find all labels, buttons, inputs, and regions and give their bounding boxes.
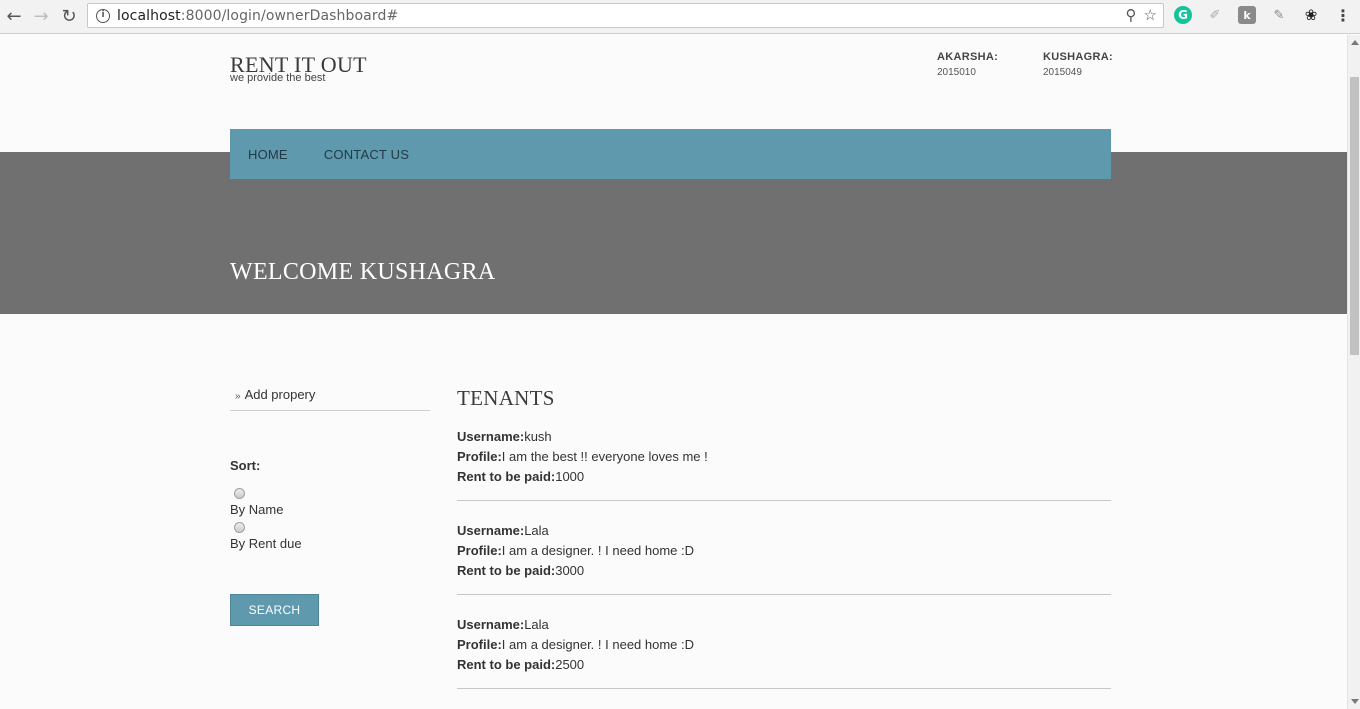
nav-contact-link[interactable]: CONTACT US (324, 147, 409, 162)
tenant-rent: Rent to be paid:2500 (457, 657, 585, 672)
tenants-heading: TENANTS (457, 386, 555, 410)
extension-k-icon[interactable]: k (1238, 6, 1256, 24)
page-scrollbar[interactable] (1347, 35, 1360, 709)
scroll-down-icon[interactable] (1351, 699, 1359, 704)
gnome-icon[interactable]: ❀ (1302, 6, 1320, 24)
tenant-rent: Rent to be paid:3000 (457, 563, 585, 578)
sort-by-name-radio[interactable] (234, 488, 245, 499)
zoom-icon[interactable]: ⚲ (1126, 6, 1137, 24)
contact-id: 2015049 (1043, 67, 1082, 78)
tenant-card: Username:Lala Profile:I am a designer. !… (457, 615, 1111, 689)
site-subtitle: we provide the best (230, 72, 326, 84)
contact-name: AKARSHA: (937, 51, 999, 63)
add-property-label: Add propery (244, 387, 316, 402)
search-button[interactable]: SEARCH (230, 594, 319, 626)
sort-by-rent-radio[interactable] (234, 522, 245, 533)
url-text[interactable]: localhost:8000/login/ownerDashboard# (117, 8, 398, 24)
info-icon[interactable]: i (96, 8, 110, 23)
nav-home-link[interactable]: HOME (248, 147, 288, 162)
tenant-profile: Profile:I am a designer. ! I need home :… (457, 637, 695, 652)
back-arrow-icon[interactable]: ← (2, 5, 26, 27)
tenant-username: Username:kush (457, 429, 552, 444)
tenant-profile: Profile:I am a designer. ! I need home :… (457, 543, 695, 558)
tenant-rent: Rent to be paid:1000 (457, 469, 585, 484)
tenant-username: Username:Lala (457, 617, 549, 632)
raquo-icon: » (235, 391, 241, 402)
pen-icon[interactable]: ✎ (1270, 6, 1288, 24)
contact-id: 2015010 (937, 67, 976, 78)
welcome-heading: WELCOME KUSHAGRA (230, 259, 496, 285)
star-icon[interactable]: ☆ (1144, 6, 1157, 24)
sort-by-name-label: By Name (230, 502, 284, 517)
address-bar[interactable]: i localhost:8000/login/ownerDashboard# ⚲… (87, 3, 1164, 28)
scrollbar-thumb[interactable] (1350, 77, 1359, 355)
sort-by-rent-label: By Rent due (230, 536, 302, 551)
browser-toolbar: ← → ↻ i localhost:8000/login/ownerDashbo… (0, 0, 1360, 34)
forward-arrow-icon[interactable]: → (29, 5, 53, 27)
tenant-profile: Profile:I am the best !! everyone loves … (457, 449, 708, 464)
add-property-link[interactable]: » Add propery (230, 387, 430, 411)
tenant-card: Username:Lala Profile:I am a designer. !… (457, 521, 1111, 595)
extension-icon[interactable]: ✐ (1206, 6, 1224, 24)
tenant-card: Username:kush Profile:I am the best !! e… (457, 427, 1111, 501)
url-host: localhost (117, 7, 181, 24)
grammarly-icon[interactable]: G (1174, 6, 1192, 24)
menu-icon[interactable]: ⋮ (1334, 6, 1352, 25)
contact-kushagra: KUSHAGRA: 2015049 (1043, 51, 1113, 78)
tenant-username: Username:Lala (457, 523, 549, 538)
contact-name: KUSHAGRA: (1043, 51, 1113, 63)
page-content: RENT IT OUT we provide the best AKARSHA:… (0, 35, 1347, 709)
sort-label: Sort: (230, 458, 261, 473)
reload-icon[interactable]: ↻ (57, 5, 81, 27)
contact-akarsha: AKARSHA: 2015010 (937, 51, 998, 78)
scroll-up-icon[interactable] (1351, 40, 1359, 45)
url-path: :8000/login/ownerDashboard# (180, 7, 399, 24)
main-nav: HOME CONTACT US (230, 129, 1111, 179)
